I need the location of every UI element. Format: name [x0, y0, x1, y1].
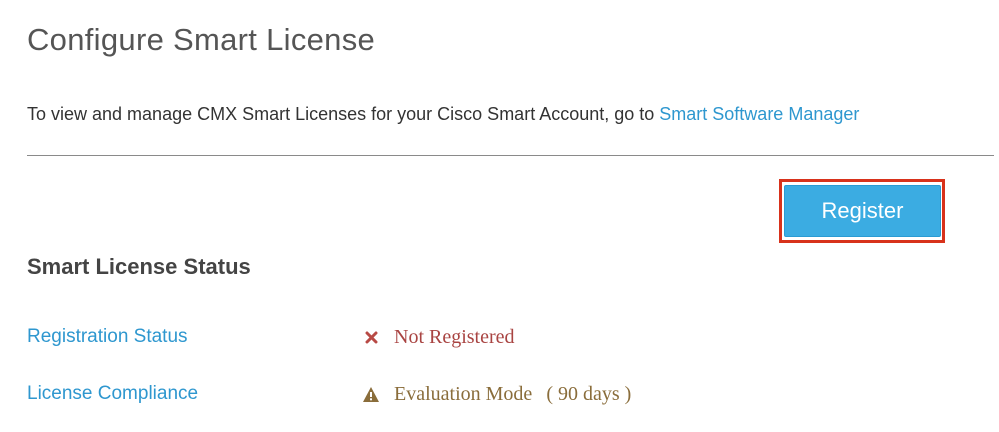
page-title: Configure Smart License [27, 22, 376, 57]
register-button[interactable]: Register [784, 185, 941, 237]
evaluation-days: ( 90 days ) [546, 383, 632, 405]
smart-license-status-title: Smart License Status [27, 254, 251, 279]
smart-software-manager-link[interactable]: Smart Software Manager [659, 104, 859, 124]
warning-triangle-icon [362, 386, 380, 404]
divider [27, 155, 994, 156]
license-compliance-label[interactable]: License Compliance [27, 383, 198, 405]
intro-text-block: To view and manage CMX Smart Licenses fo… [27, 104, 859, 125]
license-compliance-text: Evaluation Mode [394, 383, 533, 405]
x-icon [362, 329, 380, 347]
license-compliance-value: Evaluation Mode ( 90 days ) [362, 383, 631, 406]
registration-status-label[interactable]: Registration Status [27, 326, 188, 348]
registration-status-text: Not Registered [394, 326, 515, 348]
registration-status-value: Not Registered [362, 326, 515, 349]
intro-text: To view and manage CMX Smart Licenses fo… [27, 104, 660, 124]
